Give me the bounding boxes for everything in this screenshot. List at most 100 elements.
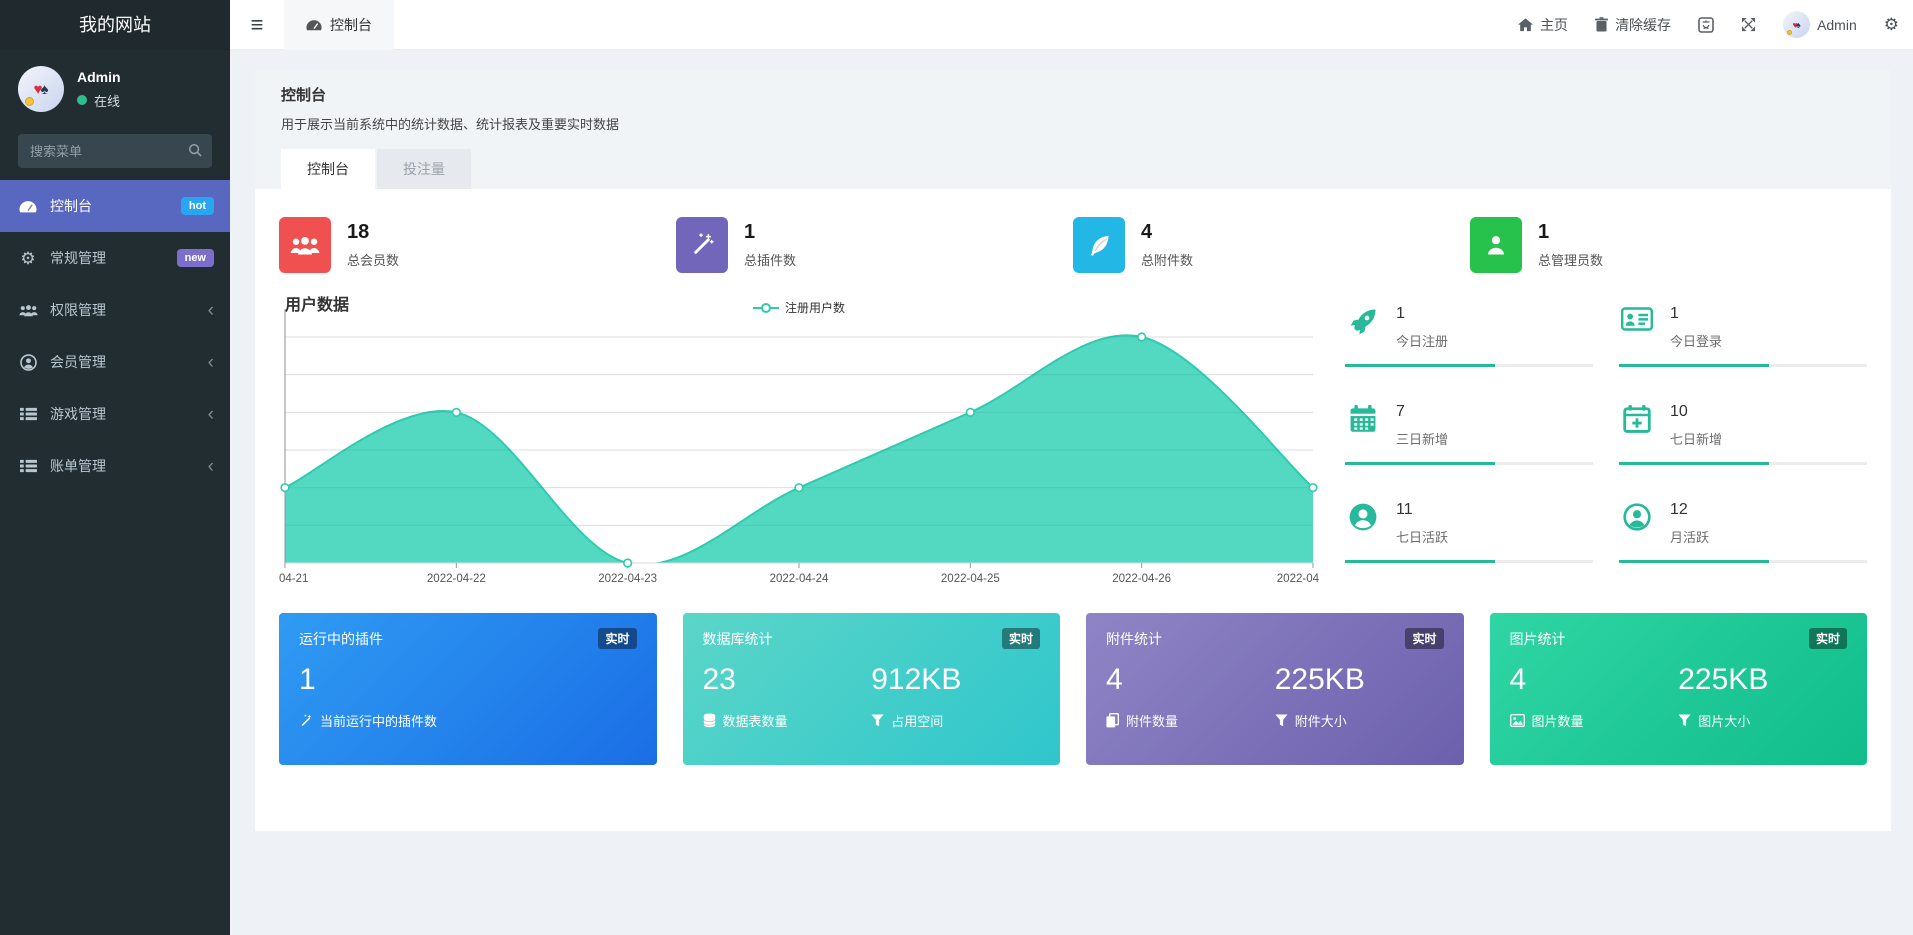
- funnel-icon: [1275, 714, 1288, 727]
- chart-legend[interactable]: 注册用户数: [753, 299, 845, 316]
- chevron-left-icon: ‹: [208, 457, 214, 476]
- realtime-badge: 实时: [1405, 628, 1443, 649]
- sidebar-item-label: 会员管理: [50, 352, 106, 372]
- user-panel: ♥♠ Admin 在线: [0, 50, 230, 124]
- chevron-left-icon: ‹: [208, 405, 214, 424]
- card-database-stats: 数据库统计 实时 23 912KB 数据表数量 占用空间: [683, 613, 1061, 765]
- card-value2-label: 占用空间: [891, 711, 943, 730]
- legend-label: 注册用户数: [785, 299, 845, 316]
- avatar: ♥♠: [18, 66, 64, 112]
- tab-bet-volume[interactable]: 投注量: [377, 149, 471, 189]
- stat-total-attachments: 4 总附件数: [1073, 217, 1470, 273]
- card-running-plugins: 运行中的插件 实时 1 当前运行中的插件数: [279, 613, 657, 765]
- home-icon: [1518, 18, 1533, 32]
- stat-value: 1: [1538, 221, 1603, 244]
- trash-icon: [1595, 17, 1608, 32]
- topbar-user-name: Admin: [1817, 17, 1857, 33]
- svg-text:2022-04-24: 2022-04-24: [770, 573, 829, 585]
- image-icon: [1510, 714, 1525, 727]
- menu-toggle-button[interactable]: ≡: [230, 12, 284, 38]
- card-value-label: 附件数量: [1126, 711, 1178, 730]
- sidebar-item-members[interactable]: 会员管理 ‹: [0, 336, 230, 388]
- tab-dashboard[interactable]: 控制台: [281, 149, 375, 189]
- settings-button[interactable]: ⚙: [1884, 16, 1899, 33]
- quick-stat-label: 月活跃: [1670, 527, 1709, 546]
- stat-total-members: 18 总会员数: [279, 217, 676, 273]
- card-title: 附件统计: [1106, 629, 1162, 649]
- realtime-badge: 实时: [1002, 628, 1040, 649]
- user-circle-icon: [16, 354, 40, 371]
- leaf-icon: [1073, 217, 1125, 273]
- sidebar-item-label: 常规管理: [50, 248, 106, 268]
- copy-icon: [1106, 713, 1119, 728]
- quick-stat-label: 七日新增: [1670, 429, 1722, 448]
- area-chart-canvas: 04-212022-04-222022-04-232022-04-242022-…: [279, 289, 1319, 591]
- svg-text:04-21: 04-21: [279, 573, 308, 585]
- user-status: 在线: [77, 91, 121, 110]
- quick-stat-7day-new: 10 七日新增: [1619, 391, 1867, 489]
- card-value2-label: 附件大小: [1295, 711, 1347, 730]
- search-icon: [188, 143, 202, 157]
- user-status-label: 在线: [94, 91, 120, 110]
- quick-stat-label: 七日活跃: [1396, 527, 1448, 546]
- home-button[interactable]: 主页: [1518, 15, 1568, 35]
- chevron-left-icon: ‹: [208, 301, 214, 320]
- stat-label: 总插件数: [744, 250, 796, 269]
- stat-value: 4: [1141, 221, 1193, 244]
- list-icon: [16, 407, 40, 421]
- expand-icon: [1741, 17, 1756, 32]
- sidebar-item-permissions[interactable]: 权限管理 ‹: [0, 284, 230, 336]
- coin-icon: [1787, 30, 1792, 35]
- spade-suit-icon: ♠: [40, 81, 48, 98]
- stat-label: 总会员数: [347, 250, 399, 269]
- topbar-tab-label: 控制台: [330, 15, 372, 35]
- quick-stat-value: 11: [1396, 501, 1448, 519]
- card-title: 数据库统计: [703, 629, 773, 649]
- quick-stat-3day-new: 7 三日新增: [1345, 391, 1593, 489]
- calendar-icon: [1345, 403, 1381, 448]
- rocket-icon: [1345, 305, 1381, 350]
- divider: [1345, 364, 1593, 367]
- quick-stat-value: 10: [1670, 403, 1722, 421]
- user-circle-icon: [1619, 501, 1655, 546]
- topbar-tab-dashboard[interactable]: 控制台: [284, 0, 394, 50]
- sidebar-item-general[interactable]: ⚙ 常规管理 new: [0, 232, 230, 284]
- card-value2: 225KB: [1678, 663, 1847, 697]
- svg-text:2022-04-23: 2022-04-23: [598, 573, 657, 585]
- language-icon: [1698, 17, 1714, 33]
- quick-stat-value: 1: [1396, 305, 1448, 323]
- sidebar-item-label: 控制台: [50, 196, 92, 216]
- search-input[interactable]: [18, 134, 212, 168]
- users-icon: [16, 304, 40, 317]
- topbar-right: 主页 清除缓存 ♥♠ Admin ⚙: [1518, 11, 1913, 38]
- list-icon: [16, 459, 40, 473]
- clear-cache-button[interactable]: 清除缓存: [1595, 15, 1671, 35]
- user-solid-circle-icon: [1345, 501, 1381, 546]
- quick-stat-value: 12: [1670, 501, 1709, 519]
- svg-text:2022-04-26: 2022-04-26: [1112, 573, 1171, 585]
- stats-row: 18 总会员数 1 总插件数 4 总附件数: [279, 217, 1867, 273]
- page-header: 控制台 用于展示当前系统中的统计数据、统计报表及重要实时数据 控制台 投注量: [255, 70, 1891, 189]
- fullscreen-button[interactable]: [1741, 17, 1756, 32]
- sidebar-item-dashboard[interactable]: 控制台 hot: [0, 180, 230, 232]
- chart-row: 用户数据 注册用户数 04-212022-04-222022-04-232022…: [279, 289, 1867, 591]
- stat-label: 总管理员数: [1538, 250, 1603, 269]
- sidebar-item-games[interactable]: 游戏管理 ‹: [0, 388, 230, 440]
- divider: [1619, 560, 1867, 563]
- calendar-plus-icon: [1619, 403, 1655, 448]
- dashboard-icon: [306, 19, 322, 31]
- quick-stat-label: 今日登录: [1670, 331, 1722, 350]
- language-button[interactable]: [1698, 17, 1714, 33]
- card-value: 23: [703, 663, 872, 697]
- users-icon: [279, 217, 331, 273]
- card-value-label: 数据表数量: [723, 711, 788, 730]
- card-attachment-stats: 附件统计 实时 4 225KB 附件数量 附件大小: [1086, 613, 1464, 765]
- sidebar-item-bills[interactable]: 账单管理 ‹: [0, 440, 230, 492]
- database-icon: [703, 713, 716, 728]
- card-value: 4: [1106, 663, 1275, 697]
- svg-text:2022-04: 2022-04: [1277, 573, 1319, 585]
- online-dot-icon: [77, 95, 87, 105]
- user-data-chart: 用户数据 注册用户数 04-212022-04-222022-04-232022…: [279, 289, 1319, 591]
- user-menu[interactable]: ♥♠ Admin: [1783, 11, 1857, 38]
- sidebar-item-label: 游戏管理: [50, 404, 106, 424]
